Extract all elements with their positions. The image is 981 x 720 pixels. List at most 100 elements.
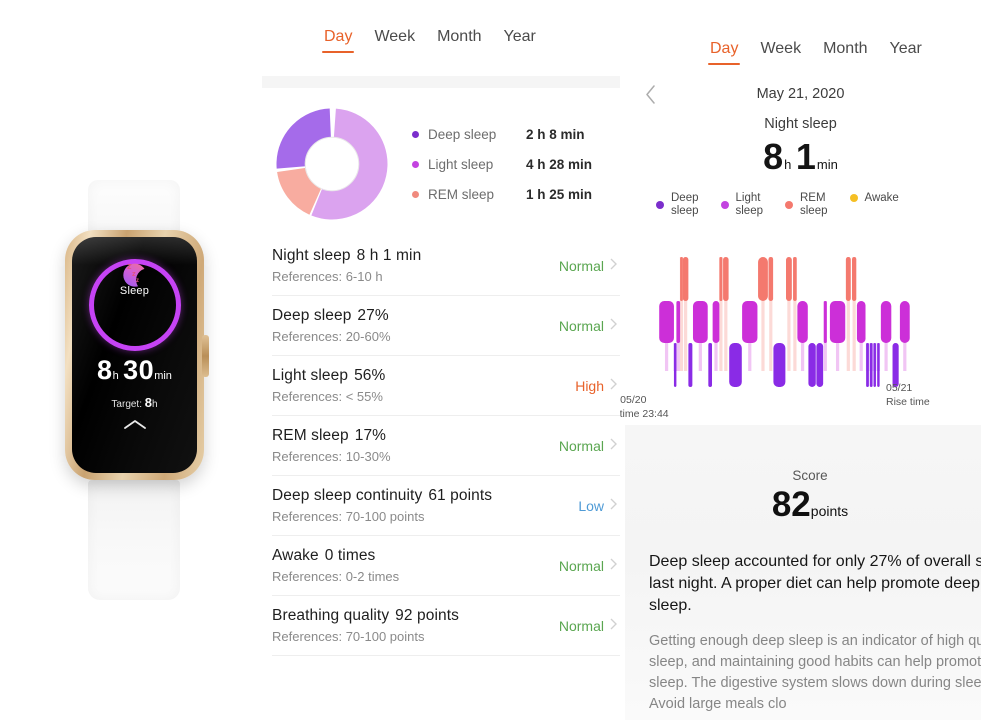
rem-sleep-dot	[785, 200, 793, 209]
light-sleep-dot	[412, 160, 419, 168]
legend-item-deep-sleep: Deep sleep	[656, 192, 699, 217]
metric-text: Awake 0 times References: 0-2 times	[272, 547, 559, 584]
tab-year[interactable]: Year	[504, 28, 536, 53]
legend-item-rem-sleep: REM sleep 1 h 25 min	[412, 179, 620, 209]
deep-sleep-dot	[412, 130, 419, 138]
status-badge: Normal	[558, 257, 604, 274]
chevron-right-icon[interactable]	[610, 317, 620, 335]
watch-sleep-duration: 8h 30min	[72, 355, 197, 386]
period-tabs-middle: Day Week Month Year	[262, 0, 620, 53]
legend-item-rem-sleep: REM sleep	[785, 192, 828, 217]
tab-week[interactable]: Week	[374, 28, 415, 53]
total-hours-unit: h	[784, 157, 792, 172]
watch-sleep-label: Sleep	[119, 285, 150, 297]
chevron-right-icon[interactable]	[610, 377, 620, 395]
metric-title-line: Light sleep 56%	[272, 367, 575, 385]
metric-row-deep-sleep-continuity[interactable]: Deep sleep continuity 61 points Reference…	[272, 476, 620, 536]
bed-time: Bed time 23:44	[620, 408, 669, 420]
tab-month[interactable]: Month	[437, 28, 481, 53]
sleep-donut-chart	[274, 106, 390, 222]
watch-screen[interactable]: z z z Sleep 8h 30min Target: 8h	[72, 237, 197, 473]
status-badge: High	[575, 377, 604, 394]
section-divider	[262, 76, 620, 88]
metric-text: Night sleep 8 h 1 min References: 6-10 h	[272, 247, 559, 284]
metric-reference: References: 6-10 h	[272, 269, 383, 284]
legend-label: REM sleep	[428, 186, 495, 202]
legend-label: Light sleep	[428, 156, 494, 172]
metric-value: 27%	[357, 307, 389, 324]
tab-year-right[interactable]: Year	[890, 40, 922, 65]
metric-text: Deep sleep continuity 61 points Reference…	[272, 487, 578, 524]
metric-title-line: Deep sleep continuity 61 points	[272, 487, 578, 505]
chevron-right-icon[interactable]	[610, 557, 620, 575]
sleep-metrics-list: Night sleep 8 h 1 min References: 6-10 h …	[262, 236, 620, 656]
chevron-up-icon[interactable]	[123, 417, 147, 435]
sleep-detail-panel: Day Week Month Year Deep sleep 2 h 8 min…	[262, 0, 620, 720]
chevron-right-icon[interactable]	[610, 257, 620, 275]
rem-sleep-dot	[412, 190, 419, 198]
hypnogram-chart[interactable]	[620, 239, 981, 387]
tab-week-right[interactable]: Week	[760, 40, 801, 65]
legend-value: 4 h 28 min	[526, 156, 593, 172]
metric-row-rem-sleep[interactable]: REM sleep 17% References: 10-30% Normal	[272, 416, 620, 476]
current-date: May 21, 2020	[756, 86, 845, 102]
legend-label: Deep sleep	[428, 126, 497, 142]
score-unit: points	[810, 503, 849, 519]
watch-duration-hours-unit: h	[112, 370, 119, 382]
metric-title: Deep sleep continuity	[272, 487, 423, 504]
sleep-composition-section: Deep sleep 2 h 8 min Light sleep 4 h 28 …	[262, 88, 620, 236]
metric-text: Breathing quality 92 points References: 7…	[272, 607, 559, 644]
metric-value: 17%	[354, 427, 387, 444]
metric-reference: References: 70-100 points	[272, 509, 425, 524]
watch-side-button[interactable]	[202, 335, 209, 377]
metric-row-light-sleep[interactable]: Light sleep 56% References: < 55% High	[272, 356, 620, 416]
metric-row-awake[interactable]: Awake 0 times References: 0-2 times Norma…	[272, 536, 620, 596]
status-badge: Normal	[558, 557, 604, 574]
tab-day[interactable]: Day	[321, 28, 355, 53]
metric-value: 56%	[354, 367, 386, 384]
watch-case: z z z Sleep 8h 30min Target: 8h	[65, 230, 209, 480]
status-badge: Low	[578, 497, 604, 514]
period-tabs-right: Day Week Month Year	[620, 0, 981, 65]
watch-duration-minutes-unit: min	[154, 370, 172, 382]
metric-text: Light sleep 56% References: < 55%	[272, 367, 575, 404]
metric-row-night-sleep[interactable]: Night sleep 8 h 1 min References: 6-10 h …	[272, 236, 620, 296]
tab-day-right[interactable]: Day	[707, 40, 741, 65]
sleep-legend: Deep sleep 2 h 8 min Light sleep 4 h 28 …	[412, 119, 620, 209]
rise-time: Rise time	[886, 396, 930, 408]
legend-label: Awake	[864, 192, 899, 204]
metric-title: Night sleep	[272, 247, 351, 264]
watch-target-value: 8	[144, 395, 153, 410]
hypnogram-axis: 05/20 Bed time 23:44 05/21 Rise time	[620, 382, 981, 429]
chevron-left-icon[interactable]	[645, 85, 656, 109]
metric-reference: References: 10-30%	[272, 449, 391, 464]
chevron-right-icon[interactable]	[610, 437, 620, 455]
watch-target: Target: 8h	[72, 395, 197, 410]
metric-title: Awake	[272, 547, 319, 564]
awake-dot	[849, 194, 858, 203]
total-minutes: 1	[795, 136, 817, 177]
chevron-right-icon[interactable]	[610, 617, 620, 635]
legend-item-light-sleep: Light sleep 4 h 28 min	[412, 149, 620, 179]
status-badge: Normal	[558, 317, 604, 334]
sleep-night-panel: Day Week Month Year May 21, 2020 Night s…	[620, 0, 981, 720]
chevron-right-icon[interactable]	[610, 497, 620, 515]
tab-month-right[interactable]: Month	[823, 40, 867, 65]
app-screenshot: z z z Sleep 8h 30min Target: 8h Day Week…	[0, 0, 981, 720]
metric-row-deep-sleep[interactable]: Deep sleep 27% References: 20-60% Normal	[272, 296, 620, 356]
metric-title-line: Breathing quality 92 points	[272, 607, 559, 625]
status-badge: Normal	[558, 437, 604, 454]
legend-item-deep-sleep: Deep sleep 2 h 8 min	[412, 119, 620, 149]
score-label: Score	[792, 468, 828, 483]
night-sleep-total: 8h 1min	[620, 136, 981, 178]
rise-time-label: 05/21 Rise time	[886, 381, 930, 409]
metric-title-line: REM sleep 17%	[272, 427, 559, 445]
watch-duration-minutes: 30	[123, 355, 155, 385]
metric-reference: References: 70-100 points	[272, 629, 425, 644]
metric-value: 8 h 1 min	[356, 247, 422, 264]
metric-row-breathing-quality[interactable]: Breathing quality 92 points References: 7…	[272, 596, 620, 656]
date-navigator: May 21, 2020	[620, 85, 981, 104]
hypnogram-svg	[659, 257, 910, 387]
advice-primary: Deep sleep accounted for only 27% of ove…	[649, 553, 981, 614]
metric-title: REM sleep	[272, 427, 349, 444]
